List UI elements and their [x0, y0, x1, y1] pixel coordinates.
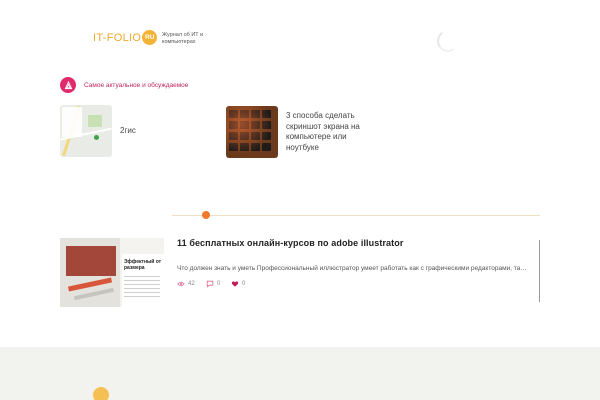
comments-value: 0 — [217, 281, 221, 287]
map-thumbnail[interactable] — [60, 105, 112, 157]
site-logo[interactable]: IT-FOLIO RU — [93, 30, 158, 45]
section-divider — [172, 215, 540, 216]
article-rule — [539, 240, 540, 302]
flame-icon — [60, 77, 76, 93]
eye-icon — [177, 282, 185, 286]
search-toggle-icon[interactable] — [435, 28, 461, 54]
trending-card[interactable]: 2гис — [60, 105, 200, 157]
comments-count[interactable]: 0 — [206, 280, 220, 288]
thumbnail-heading: Эффектный от размера — [124, 259, 162, 271]
site-tagline: Журнал об ИТ и компьютерах — [162, 32, 204, 45]
article-title-link[interactable]: 11 бесплатных онлайн-курсов по adobe ill… — [177, 238, 403, 248]
heart-icon — [231, 281, 239, 287]
trending-card-title[interactable]: 3 способа сделать скриншот экрана на ком… — [286, 111, 366, 153]
logo-text: IT-FOLIO — [93, 31, 142, 44]
views-value: 42 — [188, 281, 195, 287]
views-count: 42 — [177, 280, 195, 288]
divider-dot — [202, 211, 210, 219]
trending-card[interactable]: 3 способа сделать скриншот экрана на ком… — [226, 106, 366, 158]
article-thumbnail[interactable]: Эффектный от размера — [60, 238, 164, 307]
footer — [0, 347, 600, 400]
trending-heading: Самое актуальное и обсуждаемое — [84, 81, 189, 89]
likes-value: 0 — [242, 281, 246, 287]
logo-badge: RU — [142, 30, 158, 45]
footer-logo-icon[interactable] — [93, 387, 109, 400]
article-excerpt: Что должен знать и уметь Профессиональны… — [177, 265, 529, 272]
likes-count[interactable]: 0 — [231, 280, 245, 288]
comment-icon — [206, 280, 214, 288]
trending-card-title[interactable]: 2гис — [120, 126, 200, 137]
trending-section-header: Самое актуальное и обсуждаемое — [60, 77, 188, 93]
keyboard-thumbnail[interactable] — [226, 106, 278, 158]
